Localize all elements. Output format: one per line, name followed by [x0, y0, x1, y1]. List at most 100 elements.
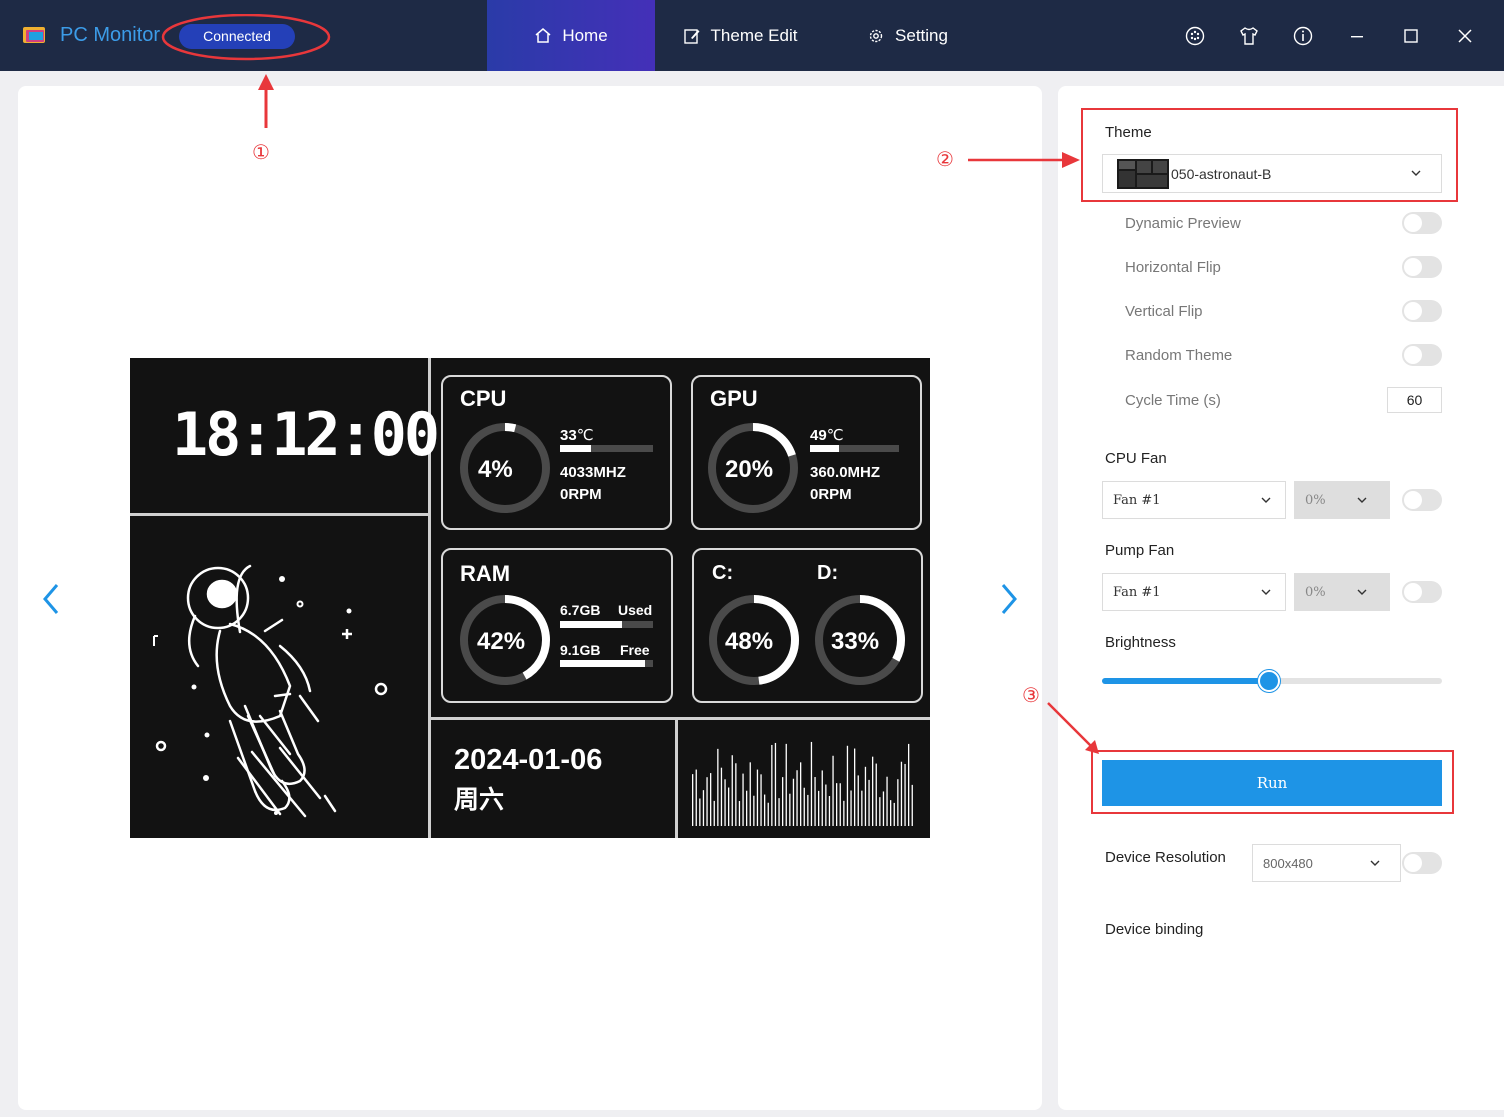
cpu-fan-toggle[interactable] [1402, 489, 1442, 511]
visualizer-bar [818, 790, 820, 826]
visualizer-bar [868, 779, 870, 826]
palette-icon[interactable] [1182, 23, 1208, 49]
visualizer-bar [897, 779, 899, 826]
device-resolution-value: 800x480 [1263, 855, 1313, 871]
brightness-slider-thumb[interactable] [1257, 670, 1280, 692]
cpu-fan-rpm: 0RPM [560, 486, 602, 503]
gpu-fan-rpm: 0RPM [810, 486, 852, 503]
cpu-frequency: 4033MHZ [560, 464, 626, 481]
previous-theme-icon[interactable] [40, 582, 64, 616]
annotation-arrow-3 [1047, 702, 1099, 754]
gpu-temp-bar [810, 445, 899, 452]
visualizer-bar [713, 800, 715, 826]
visualizer-bar [911, 784, 913, 826]
visualizer-bar [792, 778, 795, 826]
visualizer-bar [846, 745, 849, 826]
dynamic-preview-toggle[interactable] [1402, 212, 1442, 234]
pump-fan-speed-select[interactable]: 0% [1294, 573, 1390, 611]
chevron-down-icon [1370, 860, 1380, 866]
device-binding-label: Device binding [1105, 921, 1204, 938]
visualizer-bar [771, 744, 773, 826]
cpu-fan-speed-select[interactable]: 0% [1294, 481, 1390, 519]
ram-free-bar [560, 660, 653, 667]
visualizer-bar [717, 748, 719, 826]
cpu-temp-bar [560, 445, 653, 452]
visualizer-bar [789, 793, 791, 826]
tab-theme-edit-label: Theme Edit [710, 25, 798, 45]
device-resolution-label: Device Resolution [1105, 849, 1226, 866]
visualizer-bar [728, 787, 730, 826]
ram-used-value: 6.7GB [560, 602, 601, 618]
visualizer-bar [872, 756, 874, 826]
pump-fan-speed-value: 0% [1305, 584, 1326, 600]
visualizer-bar [836, 783, 838, 826]
visualizer-bar [767, 802, 769, 826]
minimize-icon[interactable] [1344, 23, 1370, 49]
audio-visualizer [692, 741, 913, 826]
gpu-percent: 20% [725, 456, 774, 483]
annotation-marker-1: ① [252, 142, 270, 164]
cpu-fan-select[interactable]: Fan #1 [1102, 481, 1286, 519]
visualizer-bar [742, 773, 744, 826]
visualizer-bar [839, 783, 841, 826]
tab-home[interactable]: Home [487, 0, 655, 71]
random-theme-toggle[interactable] [1402, 344, 1442, 366]
visualizer-bar [774, 742, 777, 826]
visualizer-bar [857, 775, 859, 826]
cpu-fan-speed-value: 0% [1305, 492, 1326, 508]
disk-c-label: C: [712, 562, 734, 584]
visualizer-bar [825, 784, 827, 826]
visualizer-bar [785, 743, 787, 826]
annotation-ellipse-connected [161, 14, 331, 61]
tab-theme-edit[interactable]: Theme Edit [670, 0, 810, 71]
visualizer-bar [720, 767, 723, 826]
pump-fan-toggle[interactable] [1402, 581, 1442, 603]
brightness-slider[interactable] [1102, 670, 1442, 692]
visualizer-bar [731, 755, 733, 826]
visualizer-bar [908, 743, 910, 826]
brightness-slider-fill [1102, 678, 1269, 684]
dynamic-preview-label: Dynamic Preview [1125, 215, 1241, 232]
visualizer-bar [760, 774, 762, 826]
visualizer-bar [800, 762, 802, 826]
clock-time: 18:12:00 [172, 400, 440, 470]
ram-free-value: 9.1GB [560, 642, 601, 658]
annotation-marker-2: ② [936, 149, 954, 171]
device-resolution-toggle[interactable] [1402, 852, 1442, 874]
visualizer-bar [746, 790, 748, 826]
cycle-time-input[interactable]: 60 [1387, 387, 1442, 413]
home-icon [535, 27, 551, 43]
shirt-icon[interactable] [1236, 23, 1262, 49]
gpu-temp-unit: ℃ [826, 427, 844, 444]
visualizer-bar [702, 790, 705, 826]
chevron-down-icon [1357, 497, 1367, 503]
cpu-label: CPU [460, 386, 507, 411]
info-icon[interactable] [1290, 23, 1316, 49]
annotation-box-theme [1081, 108, 1458, 202]
vertical-flip-toggle[interactable] [1402, 300, 1442, 322]
annotation-box-run [1091, 750, 1454, 814]
ram-free-label: Free [620, 642, 650, 658]
annotation-arrow-2 [968, 152, 1080, 168]
weekday-text: 周六 [454, 786, 505, 814]
visualizer-bar [904, 763, 906, 826]
visualizer-bar [778, 798, 780, 826]
visualizer-bar [893, 802, 895, 826]
chevron-down-icon [1261, 497, 1271, 503]
horizontal-flip-toggle[interactable] [1402, 256, 1442, 278]
pump-fan-select-value: Fan #1 [1113, 584, 1161, 600]
visualizer-bar [803, 787, 805, 826]
random-theme-label: Random Theme [1125, 347, 1233, 364]
tab-setting[interactable]: Setting [855, 0, 960, 71]
pump-fan-select[interactable]: Fan #1 [1102, 573, 1286, 611]
close-icon[interactable] [1452, 23, 1478, 49]
chevron-down-icon [1261, 589, 1271, 595]
next-theme-icon[interactable] [996, 582, 1020, 616]
device-resolution-select[interactable]: 800x480 [1252, 844, 1401, 882]
maximize-icon[interactable] [1398, 23, 1424, 49]
cpu-fan-label: CPU Fan [1105, 450, 1167, 467]
visualizer-bar [692, 774, 694, 826]
disk-d-label: D: [817, 562, 839, 584]
visualizer-bar [796, 770, 798, 826]
visualizer-bar [706, 777, 708, 826]
